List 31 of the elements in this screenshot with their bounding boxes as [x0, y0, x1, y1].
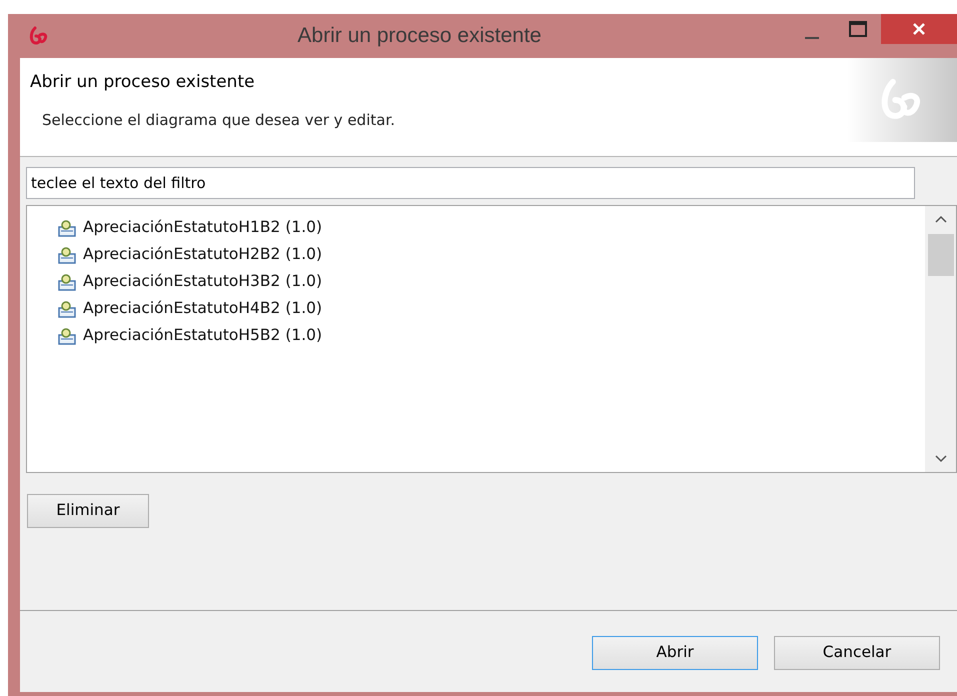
scroll-thumb[interactable] [928, 234, 954, 276]
process-icon [57, 246, 77, 264]
window-title: Abrir un proceso existente [296, 23, 542, 50]
process-name: ApreciaciónEstatutoH4B2 (1.0) [83, 298, 322, 319]
maximize-icon [849, 21, 867, 37]
process-icon [57, 300, 77, 318]
process-icon [57, 326, 77, 344]
scroll-up-icon[interactable] [934, 214, 948, 224]
scrollbar[interactable] [925, 206, 956, 472]
process-name: ApreciaciónEstatutoH3B2 (1.0) [83, 271, 322, 292]
app-logo-icon [28, 25, 50, 47]
process-icon [57, 272, 77, 290]
process-item[interactable]: ApreciaciónEstatutoH3B2 (1.0) [57, 268, 326, 295]
scroll-down-icon[interactable] [934, 454, 948, 464]
filter-field[interactable]: teclee el texto del filtro [26, 167, 915, 199]
delete-button[interactable]: Eliminar [27, 494, 149, 528]
process-name: ApreciaciónEstatutoH2B2 (1.0) [83, 244, 322, 265]
close-icon [912, 22, 926, 36]
minimize-icon [805, 37, 819, 39]
process-item[interactable]: ApreciaciónEstatutoH5B2 (1.0) [57, 322, 326, 349]
process-item[interactable]: ApreciaciónEstatutoH2B2 (1.0) [57, 241, 326, 268]
process-item[interactable]: ApreciaciónEstatutoH4B2 (1.0) [57, 295, 326, 322]
dialog-button[interactable]: Abrir [592, 636, 758, 670]
process-icon [57, 218, 77, 236]
close-button[interactable] [881, 14, 957, 44]
dialog-title: Abrir un proceso existente [30, 71, 256, 94]
process-name: ApreciaciónEstatutoH5B2 (1.0) [83, 325, 322, 346]
process-name: ApreciaciónEstatutoH1B2 (1.0) [83, 217, 322, 238]
process-item[interactable]: ApreciaciónEstatutoH1B2 (1.0) [57, 214, 326, 241]
dialog-description: Seleccione el diagrama que desea ver y editar. [42, 110, 396, 130]
dialog-button[interactable]: Cancelar [774, 636, 940, 670]
